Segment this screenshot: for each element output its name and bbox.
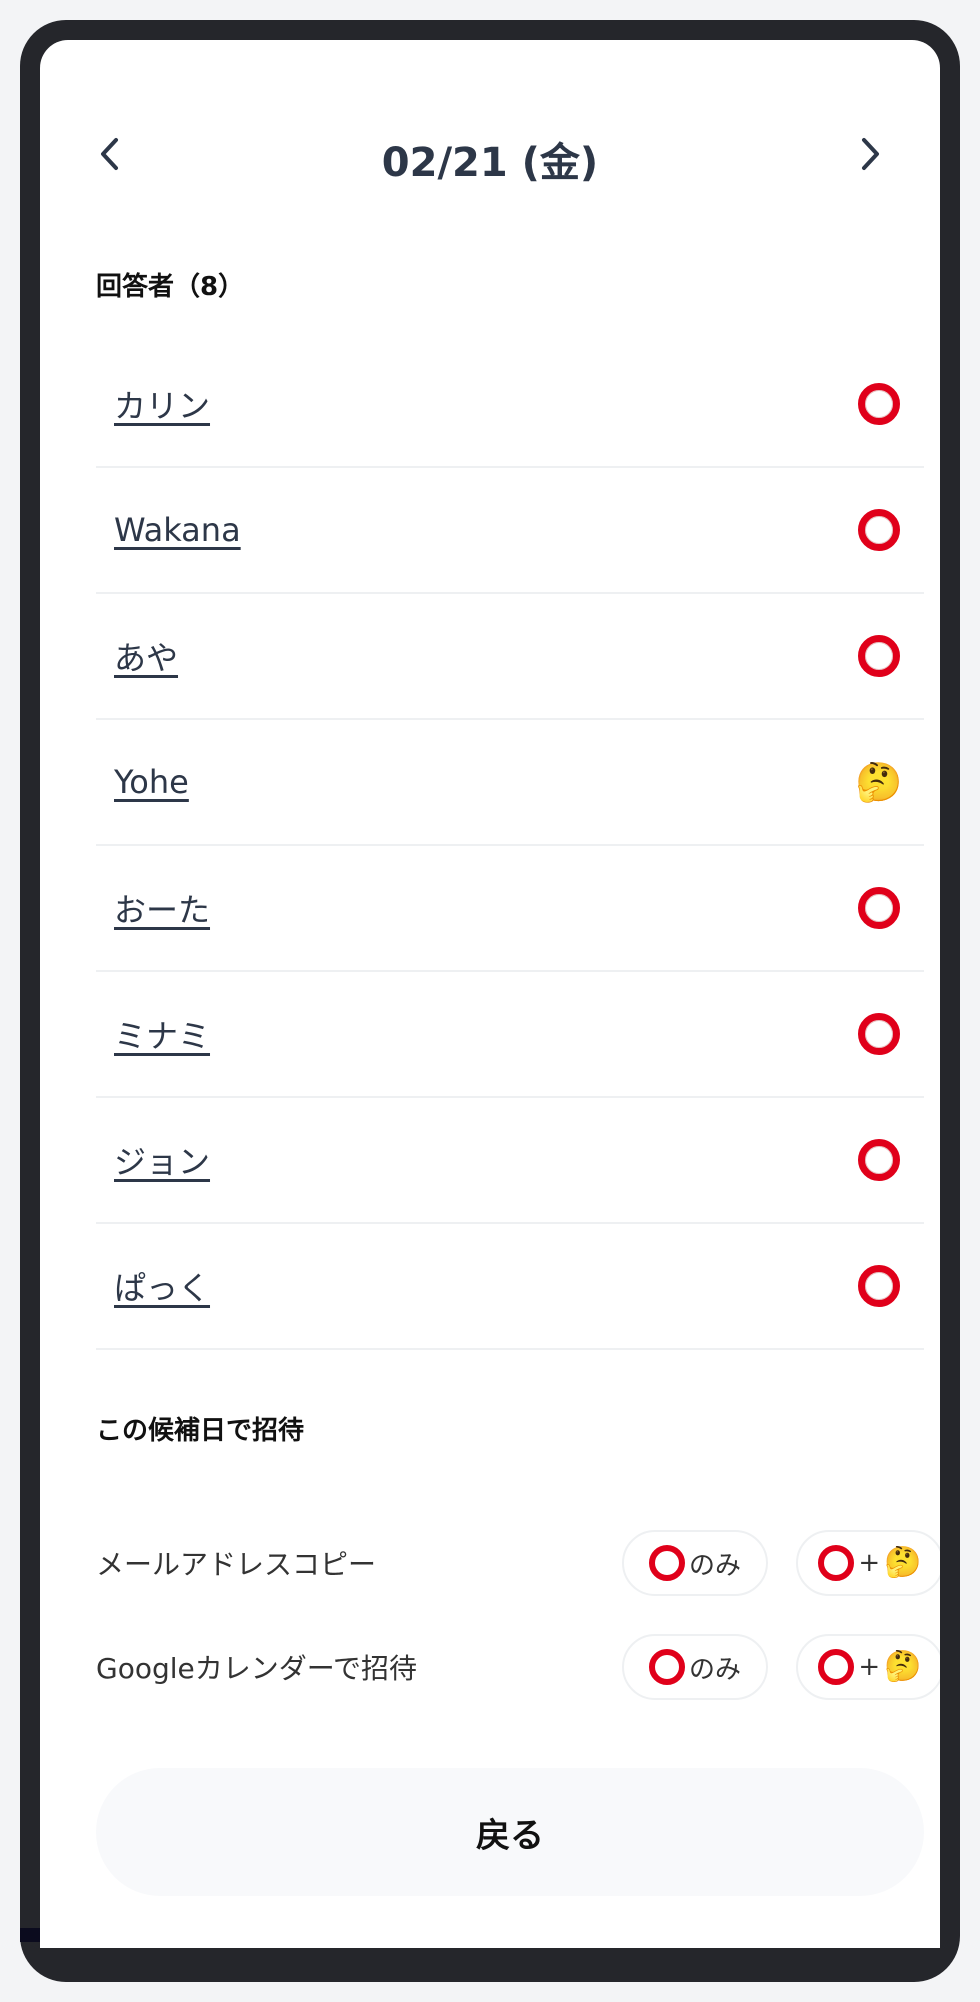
respondents-title: 回答者（8）	[96, 272, 245, 302]
respondent-row: Yohe 🤔	[96, 720, 924, 846]
respondent-row: カリン	[96, 342, 924, 468]
invite-row-email: メールアドレスコピー のみ + 🤔	[96, 1528, 940, 1598]
respondent-name-link[interactable]: ジョン	[114, 1137, 210, 1183]
invite-label-email: メールアドレスコピー	[96, 1548, 377, 1581]
email-copy-only-available-button[interactable]: のみ	[622, 1530, 768, 1596]
invite-label-google-calendar: Googleカレンダーで招待	[96, 1652, 418, 1685]
device-screen-wrapper: 02/21 (金) 回答者（8） カリン Wakana あや Yohe 🤔 おー…	[20, 20, 960, 1982]
invite-row-google-calendar: Googleカレンダーで招待 のみ + 🤔	[96, 1632, 940, 1702]
screen: 02/21 (金) 回答者（8） カリン Wakana あや Yohe 🤔 おー…	[40, 40, 940, 1948]
email-copy-available-plus-maybe-button[interactable]: + 🤔	[796, 1530, 940, 1596]
respondent-row: ぱっく	[96, 1224, 924, 1350]
status-available-icon	[856, 885, 902, 931]
chip-plus-label: +	[858, 1652, 881, 1682]
google-calendar-only-available-button[interactable]: のみ	[622, 1634, 768, 1700]
circle-icon	[648, 1545, 685, 1581]
circle-icon	[818, 1649, 855, 1685]
status-available-icon	[856, 381, 902, 427]
respondent-name-link[interactable]: あや	[114, 633, 178, 679]
respondent-row: ミナミ	[96, 972, 924, 1098]
respondent-name-link[interactable]: カリン	[114, 381, 210, 427]
chip-label: のみ	[688, 1654, 741, 1685]
thinking-face-icon: 🤔	[884, 1545, 922, 1580]
respondent-row: あや	[96, 594, 924, 720]
status-available-icon	[856, 507, 902, 553]
thinking-face-icon: 🤔	[884, 1649, 922, 1684]
next-date-button[interactable]	[840, 124, 900, 184]
circle-icon	[818, 1545, 855, 1581]
respondent-name-link[interactable]: ミナミ	[114, 1011, 210, 1057]
status-available-icon	[856, 1137, 902, 1183]
respondent-row: Wakana	[96, 468, 924, 594]
status-available-icon	[856, 1011, 902, 1057]
status-thinking-icon: 🤔	[855, 760, 903, 804]
status-available-icon	[856, 633, 902, 679]
back-button[interactable]: 戻る	[96, 1768, 924, 1896]
chip-plus-label: +	[858, 1548, 881, 1578]
respondent-name-link[interactable]: ぱっく	[114, 1263, 210, 1309]
header: 02/21 (金)	[40, 110, 940, 200]
circle-icon	[648, 1649, 685, 1685]
respondent-name-link[interactable]: Yohe	[114, 763, 189, 801]
invite-section-title: この候補日で招待	[96, 1416, 305, 1446]
chip-label: のみ	[688, 1550, 741, 1581]
page-title: 02/21 (金)	[381, 140, 599, 186]
google-calendar-available-plus-maybe-button[interactable]: + 🤔	[796, 1634, 940, 1700]
respondent-row: ジョン	[96, 1098, 924, 1224]
respondent-row: おーた	[96, 846, 924, 972]
respondent-name-link[interactable]: おーた	[114, 885, 210, 931]
status-available-icon	[856, 1263, 902, 1309]
respondent-name-link[interactable]: Wakana	[114, 511, 241, 549]
respondent-list: カリン Wakana あや Yohe 🤔 おーた ミナミ ジョン ぱっく	[96, 342, 924, 1350]
chevron-right-icon	[862, 138, 879, 170]
